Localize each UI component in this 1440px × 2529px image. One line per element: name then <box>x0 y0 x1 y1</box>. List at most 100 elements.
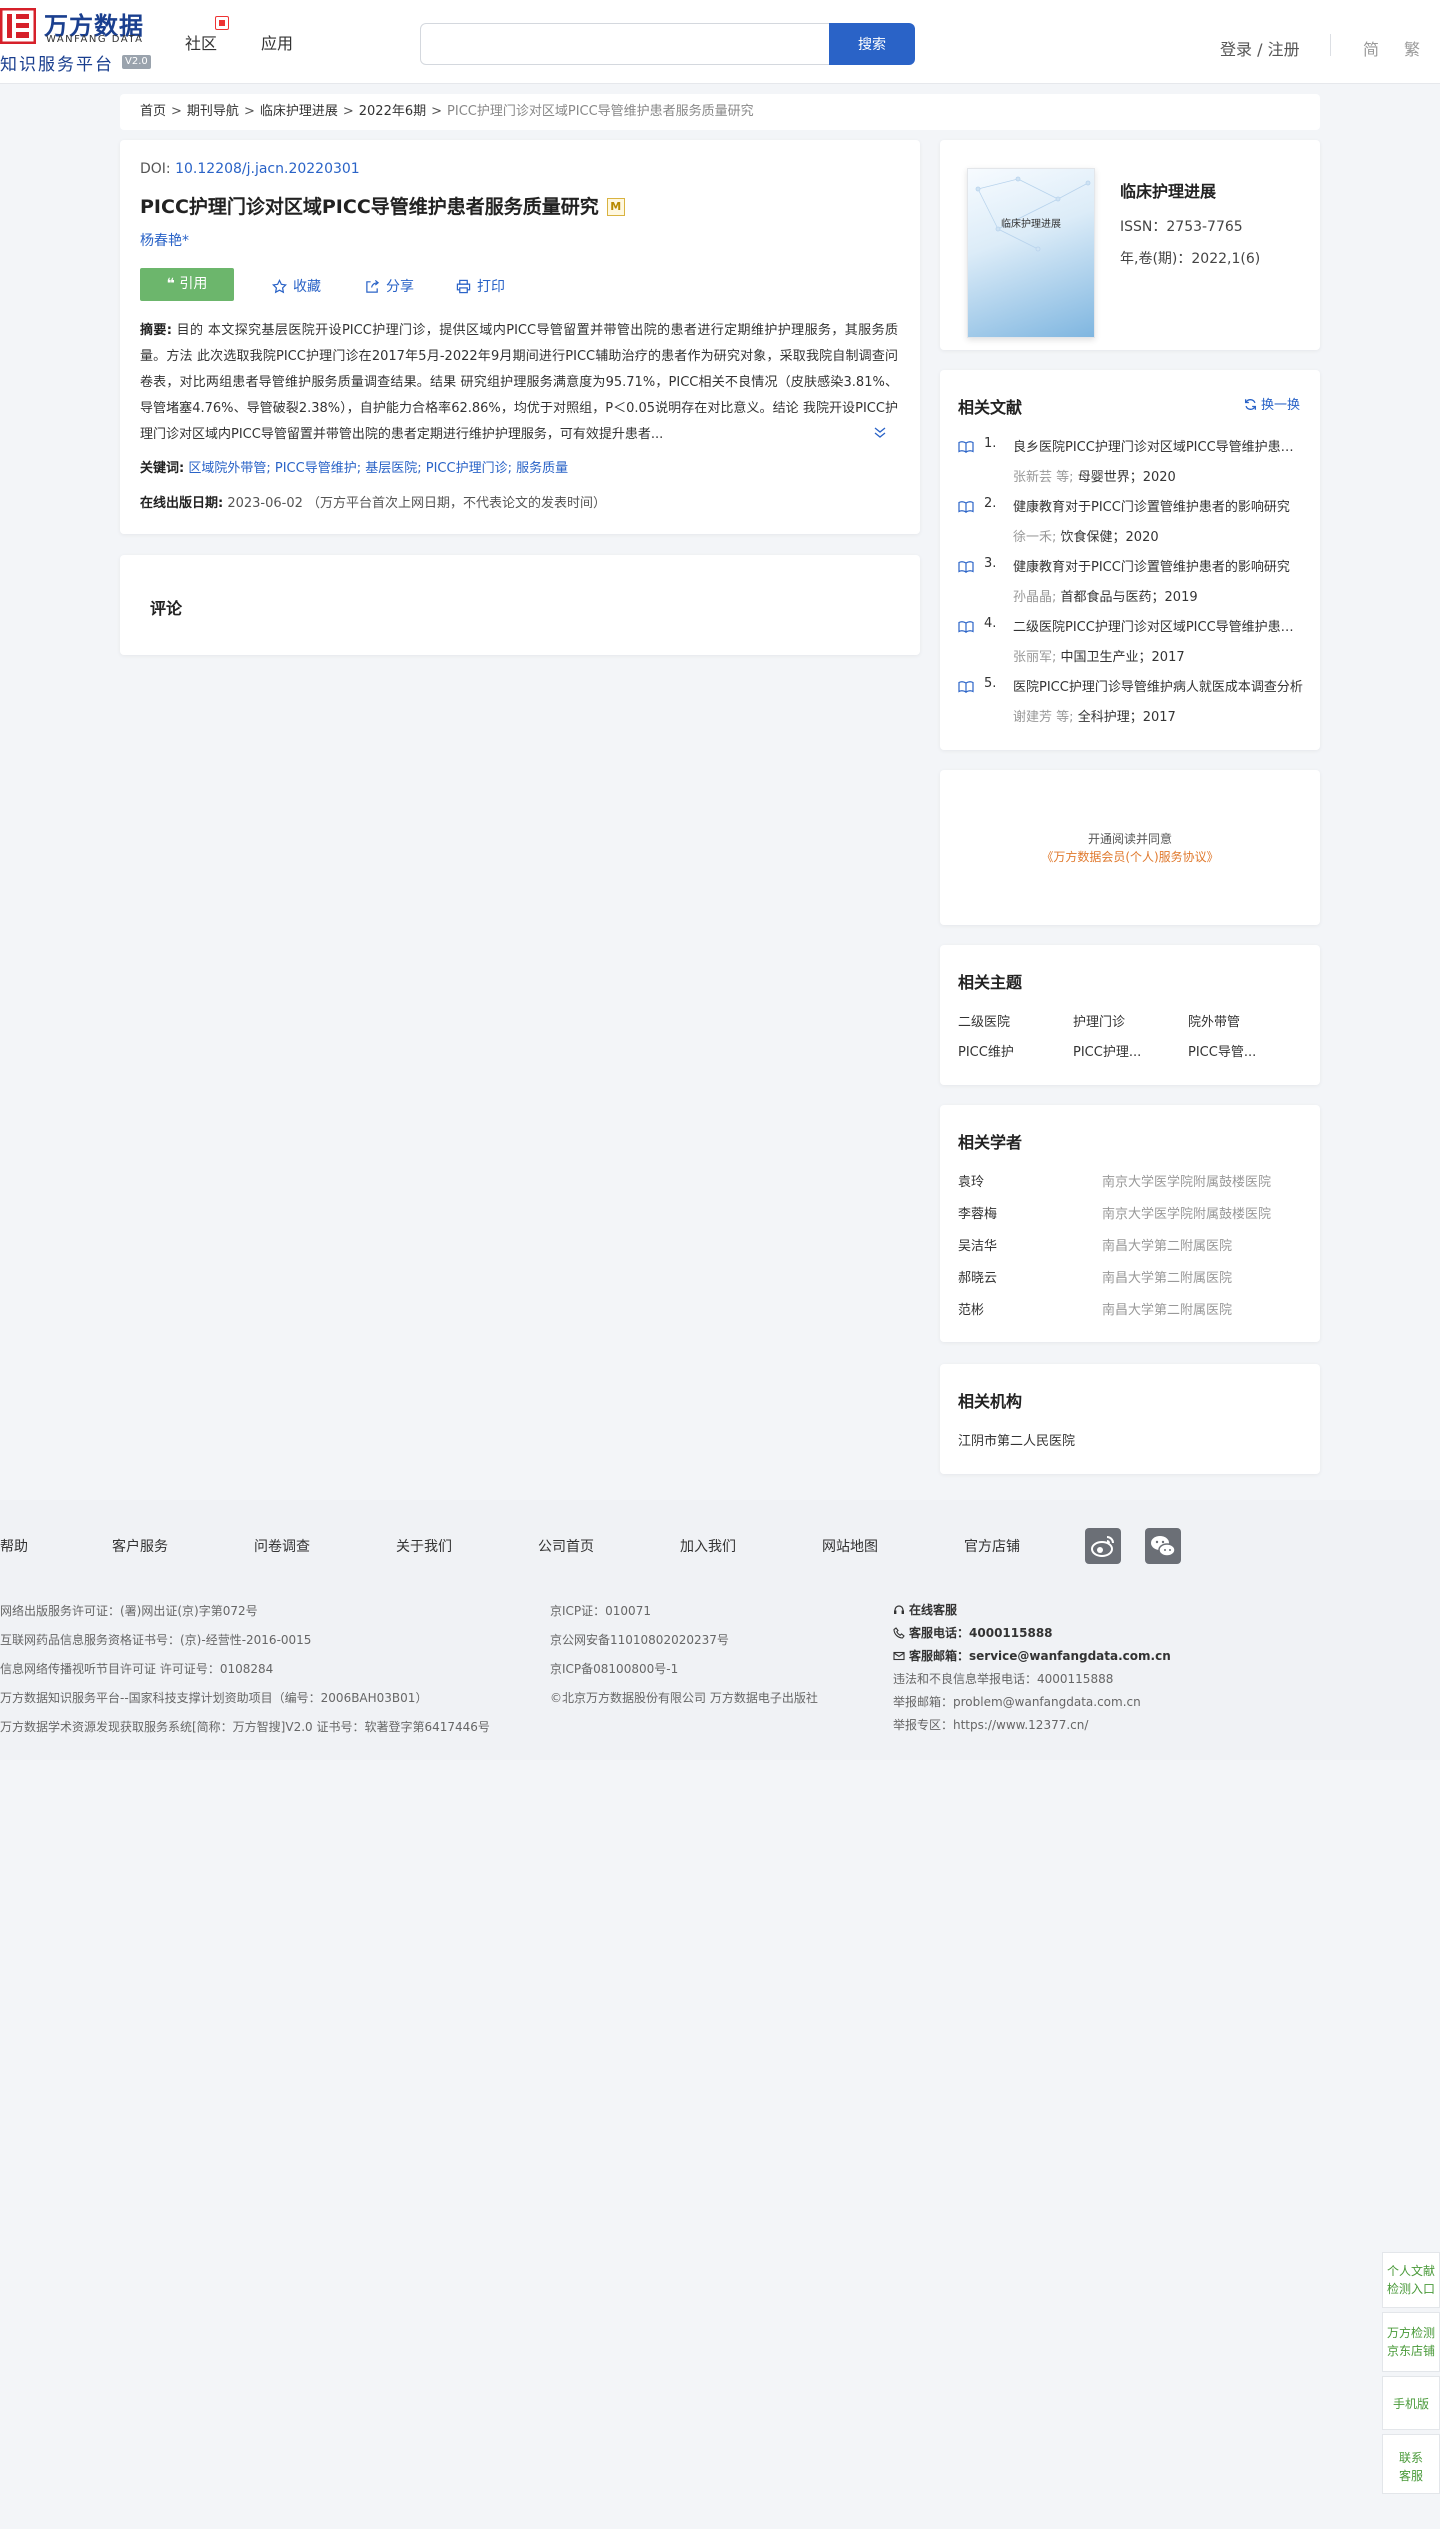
author-link[interactable]: 杨春艳* <box>140 230 189 250</box>
related-doc-item[interactable]: 3. 健康教育对于PICC门诊置管维护患者的影响研究 孙晶晶; 首都食品与医药；… <box>958 556 1302 616</box>
institution-link[interactable]: 江阴市第二人民医院 <box>958 1430 1075 1449</box>
report-zone: 举报专区：https://www.12377.cn/ <box>893 1718 1089 1732</box>
article-title: PICC护理门诊对区域PICC导管维护患者服务质量研究 M <box>140 192 625 219</box>
related-doc-etal: 等; <box>1056 470 1074 485</box>
lang-traditional[interactable]: 繁 <box>1404 36 1420 60</box>
keyword-link[interactable]: PICC护理门诊 <box>426 461 508 476</box>
related-doc-title[interactable]: 健康教育对于PICC门诊置管维护患者的影响研究 <box>1013 496 1303 515</box>
scholar-org[interactable]: 南昌大学第二附属医院 <box>1102 1235 1232 1254</box>
breadcrumb: 首页 > 期刊导航 > 临床护理进展 >2022年6期 > PICC护理门诊对区域PICC导管… <box>120 94 1320 130</box>
journal-name-link[interactable]: 临床护理进展 <box>1120 178 1216 202</box>
keyword-link[interactable]: 区域院外带管 <box>188 461 266 476</box>
related-doc-item[interactable]: 2. 健康教育对于PICC门诊置管维护患者的影响研究 徐一禾; 饮食保健；202… <box>958 496 1302 556</box>
search-button[interactable]: 搜索 <box>829 23 915 65</box>
nav-community[interactable]: 社区 <box>185 16 229 54</box>
print-label: 打印 <box>477 279 505 295</box>
keywords-label: 关键词: <box>140 461 185 476</box>
login-register-link[interactable]: 登录 / 注册 <box>1220 36 1300 60</box>
float-jd-store[interactable]: 万方检测 京东店铺 <box>1382 2312 1440 2372</box>
expand-chevron-icon[interactable] <box>872 425 888 441</box>
scholar-org[interactable]: 南昌大学第二附属医院 <box>1102 1267 1232 1286</box>
related-doc-item[interactable]: 4. 二级医院PICC护理门诊对区域PICC导管维护患者服务质量的影响 张丽军;… <box>958 616 1303 676</box>
scholar-name[interactable]: 袁玲 <box>958 1171 984 1190</box>
float-item-line1: 个人文献 <box>1386 2264 1435 2278</box>
footer-link-about[interactable]: 关于我们 <box>396 1536 452 1556</box>
topic-link[interactable]: PICC护理... <box>1073 1041 1141 1060</box>
wechat-icon[interactable] <box>1145 1528 1181 1564</box>
scholar-name[interactable]: 李蓉梅 <box>958 1203 997 1222</box>
journal-issn: ISSN：2753-7765 <box>1120 219 1243 235</box>
footer-link-join[interactable]: 加入我们 <box>680 1536 736 1556</box>
topic-link[interactable]: 护理门诊 <box>1073 1011 1125 1030</box>
doi-label: DOI: <box>140 161 171 177</box>
cite-button[interactable]: ❝ 引用 <box>140 268 234 301</box>
site-logo[interactable]: 万方数据 WANFANG DATA 知识服务平台 V2.0 <box>0 6 160 75</box>
print-button[interactable]: 打印 <box>456 276 505 296</box>
topic-link[interactable]: PICC维护 <box>958 1041 1014 1060</box>
m-badge-icon: M <box>606 198 625 216</box>
related-doc-title[interactable]: 健康教育对于PICC门诊置管维护患者的影响研究 <box>1013 556 1303 575</box>
service-email: 客服邮箱：service@wanfangdata.com.cn <box>893 1647 1171 1664</box>
breadcrumb-home[interactable]: 首页 <box>140 104 166 119</box>
related-doc-source: 首都食品与医药；2019 <box>1060 590 1198 605</box>
related-doc-authors: 徐一禾; <box>1013 530 1057 545</box>
topic-link[interactable]: 二级医院 <box>958 1011 1010 1030</box>
float-contact-service[interactable]: 联系 客服 <box>1382 2434 1440 2494</box>
wechat-glyph-icon <box>1151 1536 1176 1557</box>
float-mobile[interactable]: 手机版 <box>1382 2376 1440 2430</box>
related-doc-title[interactable]: 良乡医院PICC护理门诊对区域PICC导管维护患者服务质量研究 <box>1013 436 1303 455</box>
pubdate-label: 在线出版日期: <box>140 496 224 511</box>
topic-link[interactable]: 院外带管 <box>1188 1011 1240 1030</box>
breadcrumb-separator: > <box>342 104 354 119</box>
keyword-link[interactable]: 服务质量 <box>516 461 568 476</box>
nav-apps[interactable]: 应用 <box>261 30 293 54</box>
related-doc-title[interactable]: 医院PICC护理门诊导管维护病人就医成本调查分析 <box>1013 676 1303 695</box>
search-input[interactable] <box>420 23 830 65</box>
footer-link-company[interactable]: 公司首页 <box>538 1536 594 1556</box>
related-doc-source: 全科护理；2017 <box>1077 710 1176 725</box>
footer-link-help[interactable]: 帮助 <box>0 1536 28 1556</box>
scholar-name[interactable]: 吴洁华 <box>958 1235 997 1254</box>
share-button[interactable]: 分享 <box>365 276 414 296</box>
journal-cover-image[interactable]: 临床护理进展 <box>967 168 1095 338</box>
share-icon <box>366 279 380 293</box>
keyword-link[interactable]: 基层医院 <box>365 461 417 476</box>
keyword-link[interactable]: PICC导管维护 <box>275 461 357 476</box>
footer-link-store[interactable]: 官方店铺 <box>964 1536 1020 1556</box>
service-phone-label: 客服电话： <box>909 1626 970 1640</box>
footer-link-sitemap[interactable]: 网站地图 <box>822 1536 878 1556</box>
related-doc-item[interactable]: 1. 良乡医院PICC护理门诊对区域PICC导管维护患者服务质量研究 张新芸 等… <box>958 436 1303 496</box>
breadcrumb-current: PICC护理门诊对区域PICC导管维护患者服务质量研究 <box>447 104 754 119</box>
weibo-icon[interactable] <box>1085 1528 1121 1564</box>
footer-link-survey[interactable]: 问卷调查 <box>254 1536 310 1556</box>
share-label: 分享 <box>386 279 414 295</box>
keyword-separator: ; <box>266 461 275 476</box>
site-footer: 帮助 客户服务 问卷调查 关于我们 公司首页 加入我们 网站地图 官方店铺 网络… <box>0 1500 1440 1760</box>
cite-label: 引用 <box>179 276 208 292</box>
swap-button[interactable]: 换一换 <box>1244 394 1300 413</box>
float-personal-check[interactable]: 个人文献 检测入口 <box>1382 2252 1440 2308</box>
report-phone: 违法和不良信息举报电话：4000115888 <box>893 1672 1114 1686</box>
related-docs-title: 相关文献 <box>958 398 1023 417</box>
topic-link[interactable]: PICC导管... <box>1188 1041 1256 1060</box>
member-agreement-link[interactable]: 《万方数据会员(个人)服务协议》 <box>940 848 1320 865</box>
breadcrumb-journal[interactable]: 临床护理进展 <box>260 104 338 119</box>
keyword-separator: ; <box>507 461 517 476</box>
scholar-org[interactable]: 南昌大学第二附属医院 <box>1102 1299 1232 1318</box>
online-service-link[interactable]: 在线客服 <box>893 1601 957 1618</box>
footer-license: 万方数据知识服务平台--国家科技支撑计划资助项目（编号：2006BAH03B01… <box>0 1691 428 1705</box>
scholar-name[interactable]: 范彬 <box>958 1299 984 1318</box>
breadcrumb-issue[interactable]: 2022年6期 <box>359 104 426 119</box>
related-doc-number: 4. <box>984 616 997 631</box>
related-doc-item[interactable]: 5. 医院PICC护理门诊导管维护病人就医成本调查分析 谢建芳 等; 全科护理；… <box>958 676 1303 736</box>
related-topics-card: 相关主题 二级医院 护理门诊 院外带管 PICC维护 PICC护理... PIC… <box>940 945 1320 1085</box>
scholar-org[interactable]: 南京大学医学院附属鼓楼医院 <box>1102 1171 1271 1190</box>
doi-link[interactable]: 10.12208/j.jacn.20220301 <box>175 161 360 177</box>
scholar-org[interactable]: 南京大学医学院附属鼓楼医院 <box>1102 1203 1271 1222</box>
footer-link-service[interactable]: 客户服务 <box>112 1536 168 1556</box>
lang-simplified[interactable]: 简 <box>1363 36 1379 60</box>
breadcrumb-journal-nav[interactable]: 期刊导航 <box>187 104 239 119</box>
favorite-button[interactable]: 收藏 <box>271 276 321 296</box>
scholar-name[interactable]: 郝晓云 <box>958 1267 997 1286</box>
related-doc-title[interactable]: 二级医院PICC护理门诊对区域PICC导管维护患者服务质量的影响 <box>1013 616 1303 635</box>
